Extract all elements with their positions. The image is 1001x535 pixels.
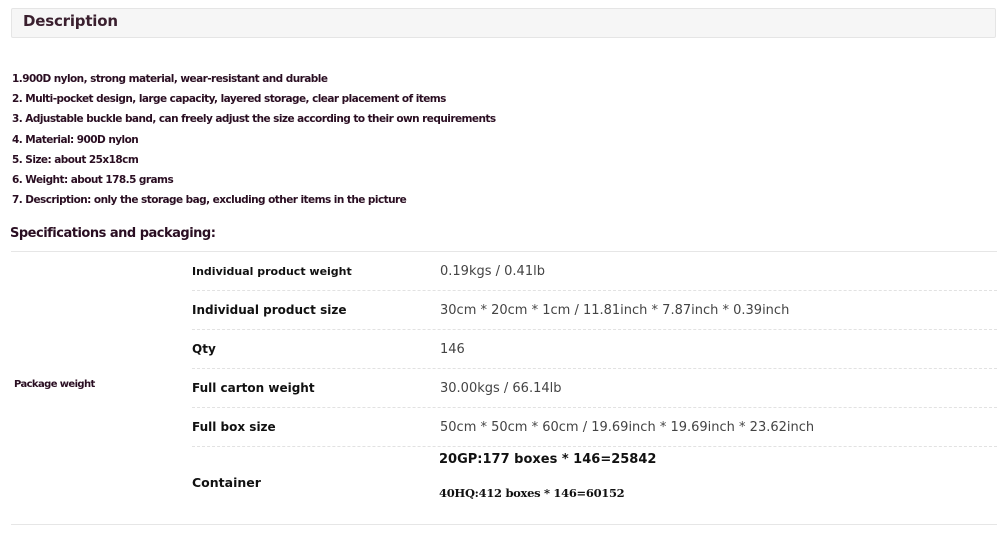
specs-table: Package weight Individual product weight…	[11, 251, 997, 525]
table-row: Full carton weight 30.00kgs / 66.14lb	[192, 369, 997, 408]
feature-list: 1.900D nylon, strong material, wear-resi…	[12, 71, 496, 212]
row-value: 30cm * 20cm * 1cm / 11.81inch * 7.87inch…	[440, 303, 790, 318]
feature-item: 3. Adjustable buckle band, can freely ad…	[12, 113, 496, 126]
specs-rows: Individual product weight 0.19kgs / 0.41…	[192, 252, 997, 519]
container-40hq: 40HQ:412 boxes * 146=60152	[439, 486, 625, 500]
table-row: Full box size 50cm * 50cm * 60cm / 19.69…	[192, 408, 997, 447]
row-label: Individual product size	[192, 303, 347, 317]
table-row: Container 20GP:177 boxes * 146=25842 40H…	[192, 447, 997, 519]
package-weight-label: Package weight	[14, 379, 95, 390]
feature-item: 7. Description: only the storage bag, ex…	[12, 194, 407, 207]
row-label: Full box size	[192, 420, 276, 434]
container-20gp: 20GP:177 boxes * 146=25842	[439, 452, 657, 467]
table-row: Individual product size 30cm * 20cm * 1c…	[192, 291, 997, 330]
row-value: 146	[440, 342, 465, 357]
description-title: Description	[23, 12, 118, 30]
feature-item: 1.900D nylon, strong material, wear-resi…	[12, 73, 328, 85]
row-label: Qty	[192, 342, 216, 356]
row-value: 30.00kgs / 66.14lb	[440, 381, 562, 396]
feature-item: 6. Weight: about 178.5 grams	[12, 173, 174, 186]
feature-item: 2. Multi-pocket design, large capacity, …	[12, 93, 446, 106]
specs-title: Specifications and packaging:	[10, 226, 216, 241]
feature-item: 5. Size: about 25x18cm	[12, 153, 139, 166]
table-row: Individual product weight 0.19kgs / 0.41…	[192, 252, 997, 291]
row-value: 0.19kgs / 0.41lb	[440, 264, 545, 279]
feature-item: 4. Material: 900D nylon	[12, 133, 139, 146]
table-row: Qty 146	[192, 330, 997, 369]
description-header: Description	[11, 8, 996, 38]
row-value: 50cm * 50cm * 60cm / 19.69inch * 19.69in…	[440, 420, 815, 435]
row-label: Full carton weight	[192, 381, 315, 395]
container-label: Container	[192, 475, 261, 490]
row-label: Individual product weight	[192, 265, 352, 278]
